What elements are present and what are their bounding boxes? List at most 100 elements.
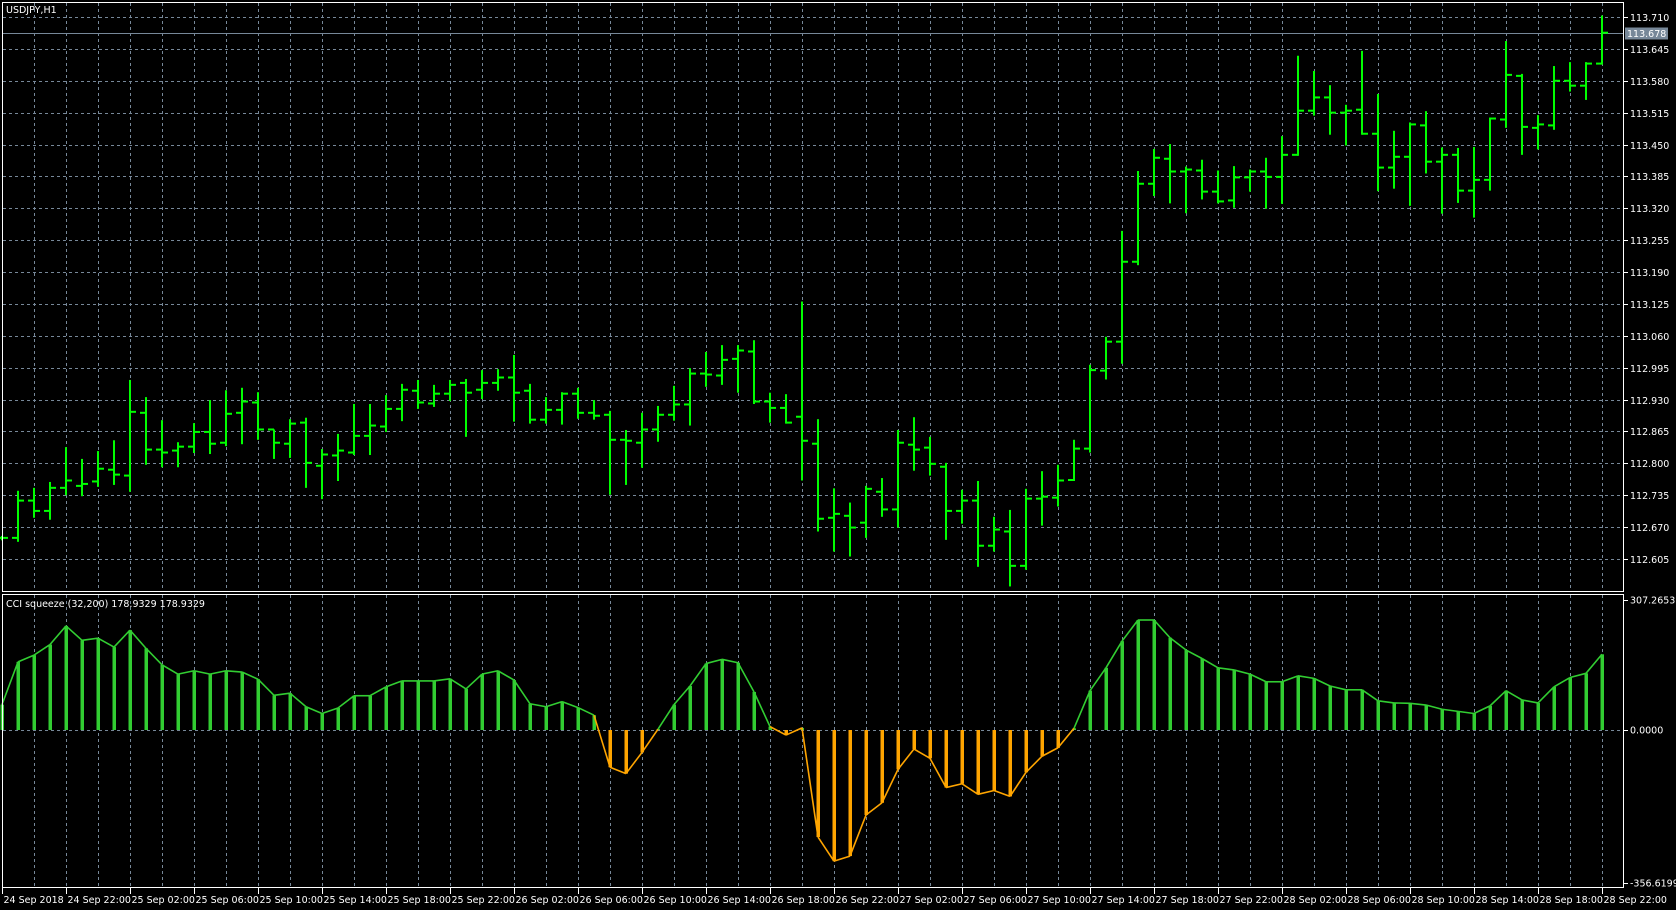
cci-histogram-bar (752, 691, 756, 730)
cci-histogram-bar (1360, 689, 1364, 730)
ohlc-bar (1308, 70, 1320, 116)
time-label: 27 Sep 02:00 (900, 895, 963, 906)
ohlc-bar (700, 351, 712, 387)
ohlc-bar (1196, 159, 1208, 200)
ohlc-bar (524, 383, 536, 424)
ohlc-bar (540, 397, 552, 424)
cci-line-segment (81, 637, 99, 642)
cci-histogram-bar (240, 672, 244, 730)
cci-histogram-bar (880, 730, 884, 803)
ohlc-bar (1036, 471, 1048, 526)
cci-line-segment (497, 670, 515, 681)
cci-line-segment (593, 714, 611, 768)
cci-histogram-bar (224, 670, 228, 730)
cci-histogram-bar (336, 707, 340, 730)
cci-histogram-bar (432, 680, 436, 730)
ohlc-bar (1148, 148, 1160, 197)
price-label: 112.995 (1630, 364, 1669, 375)
ohlc-bar (572, 387, 584, 419)
cci-histogram-bar (1120, 641, 1124, 730)
cci-line-segment (1121, 619, 1139, 642)
price-label: 113.385 (1630, 172, 1669, 183)
price-label: 112.930 (1630, 396, 1669, 407)
chart-canvas[interactable]: 113.710 113.645 113.580 113.515 113.450 113.3… (0, 0, 1676, 910)
time-label: 28 Sep 06:00 (1348, 895, 1411, 906)
cci-histogram-bar (1136, 619, 1140, 730)
ohlc-bar (636, 412, 648, 468)
ohlc-bar (716, 345, 728, 385)
time-label: 26 Sep 02:00 (516, 895, 579, 906)
cci-histogram-bar (1408, 703, 1412, 730)
cci-line-segment (1249, 673, 1267, 683)
ohlc-bar (764, 392, 776, 423)
cci-line-segment (1377, 700, 1395, 704)
cci-histogram-bar (192, 670, 196, 730)
cci-histogram-bar (144, 648, 148, 730)
ohlc-bar (60, 447, 72, 496)
ohlc-bar (1420, 111, 1432, 174)
price-label: 112.670 (1630, 523, 1669, 534)
cci-histogram-bar (1248, 674, 1252, 730)
cci-line-segment (1521, 699, 1539, 704)
cci-line-segment (1, 661, 19, 705)
cci-line-segment (833, 855, 851, 862)
cci-line-segment (1089, 667, 1107, 692)
cci-histogram-bar (64, 625, 68, 730)
cci-histogram-bar (1424, 705, 1428, 730)
cci-line-segment (801, 727, 819, 838)
ohlc-bar (908, 417, 920, 471)
cci-histogram-bar (32, 655, 36, 730)
cci-histogram-bar (112, 647, 116, 730)
cci-line-segment (721, 658, 739, 664)
cci-line-segment (1329, 685, 1347, 691)
cci-line-segment (865, 802, 883, 816)
indicator-axis-label: 307.2653 (1630, 596, 1675, 607)
cci-histogram-bar (1344, 689, 1348, 730)
time-label: 28 Sep 14:00 (1476, 895, 1539, 906)
cci-histogram-bar (1040, 730, 1044, 757)
cci-line-segment (529, 702, 547, 708)
ohlc-bar (588, 400, 600, 420)
time-label: 25 Sep 14:00 (324, 895, 387, 906)
cci-histogram-bar (1488, 705, 1492, 730)
ohlc-bar (76, 458, 88, 497)
price-label: 113.190 (1630, 268, 1669, 279)
cci-histogram-bar (1504, 690, 1508, 730)
cci-histogram-bar (944, 730, 948, 788)
ohlc-bar (1260, 157, 1272, 209)
current-price-label: 113.678 (1627, 29, 1666, 40)
ohlc-bar (108, 440, 120, 485)
ohlc-bar (668, 385, 680, 421)
time-label: 26 Sep 06:00 (580, 895, 643, 906)
ohlc-bar (364, 403, 376, 456)
cci-histogram-bar (256, 679, 260, 730)
price-label: 112.800 (1630, 459, 1669, 470)
ohlc-bar (604, 410, 616, 495)
ohlc-bar (140, 397, 152, 465)
cci-histogram-bar (720, 659, 724, 730)
cci-histogram-bar (1568, 677, 1572, 730)
cci-line-segment (849, 814, 867, 857)
cci-line-segment (609, 766, 627, 775)
ohlc-bar (780, 394, 792, 424)
cci-line-segment (689, 663, 707, 687)
cci-histogram-bar (1456, 711, 1460, 730)
ohlc-bar (652, 405, 664, 442)
cci-line-segment (1057, 727, 1075, 749)
cci-line-segment (1361, 689, 1379, 702)
ohlc-bar (1468, 146, 1480, 218)
ohlc-bar (1164, 144, 1176, 204)
cci-line-segment (977, 789, 995, 796)
ohlc-bar (300, 417, 312, 488)
ohlc-bar (1356, 50, 1368, 135)
ohlc-bar (1068, 439, 1080, 481)
ohlc-bar (1340, 104, 1352, 146)
cci-histogram-bar (896, 730, 900, 770)
time-label: 24 Sep 22:00 (68, 895, 131, 906)
ohlc-bar (348, 403, 360, 456)
cci-line-segment (1073, 690, 1091, 729)
cci-histogram-bar (464, 688, 468, 730)
cci-histogram-bar (176, 674, 180, 730)
cci-line-segment (1537, 686, 1555, 704)
cci-line-segment (753, 691, 771, 727)
